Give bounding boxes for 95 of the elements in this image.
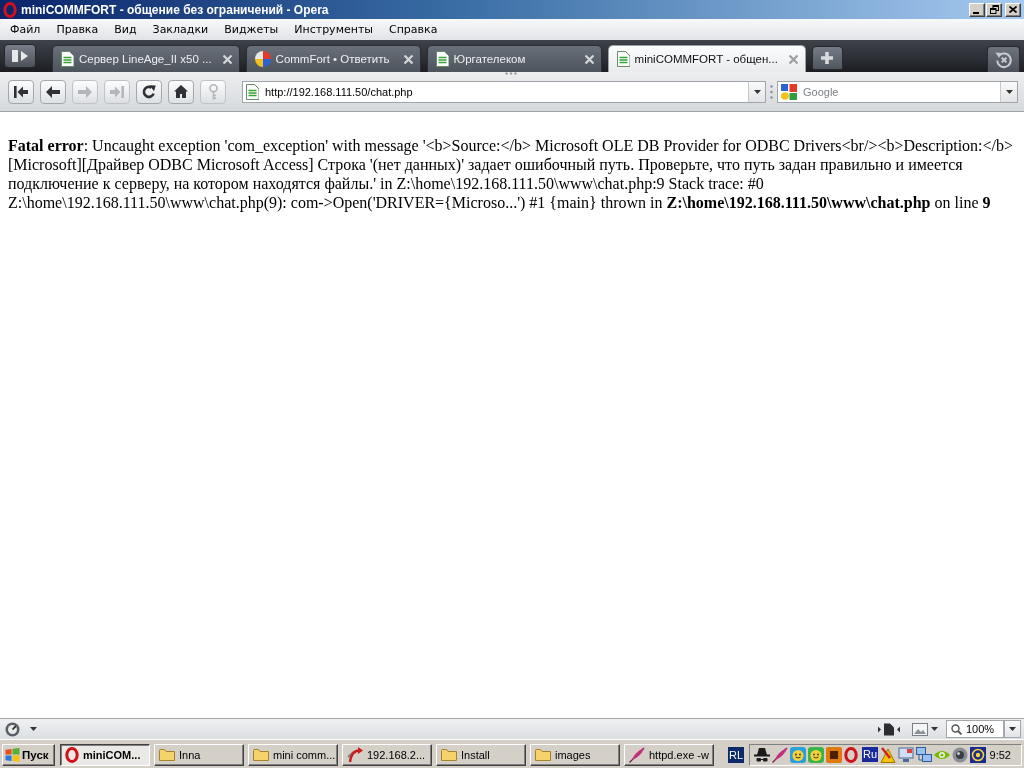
taskbar-button[interactable]: miniCOM... [60, 743, 150, 766]
close-button[interactable] [1005, 2, 1021, 17]
menu-item[interactable]: Закладки [144, 21, 217, 38]
page-arrows-icon[interactable] [878, 722, 900, 736]
caret-icon [753, 89, 761, 94]
clock: 9:52 [989, 748, 1012, 761]
smiley-icon[interactable] [790, 746, 807, 763]
rewind-icon [14, 85, 28, 98]
reload-button[interactable] [136, 79, 162, 104]
folder-icon [535, 748, 551, 761]
warning-icon[interactable] [880, 746, 897, 763]
speaker-icon[interactable] [952, 746, 969, 763]
menu-item[interactable]: Справка [381, 21, 446, 38]
reload-icon [142, 84, 156, 99]
plus-icon [821, 52, 834, 64]
tab[interactable]: Юргателеком [426, 45, 602, 72]
rewind-button[interactable] [8, 79, 34, 104]
folder-icon [159, 748, 175, 761]
close-icon[interactable] [584, 54, 594, 64]
close-icon[interactable] [403, 54, 413, 64]
arrow-icon [347, 746, 363, 763]
dropdown-button[interactable] [748, 81, 765, 102]
closed-tabs-button[interactable] [987, 46, 1020, 72]
network-icon[interactable] [916, 746, 933, 763]
caret-icon [1005, 89, 1013, 94]
start-button[interactable]: Пуск [2, 743, 55, 766]
close-icon [1009, 6, 1017, 13]
pinwheel-icon [254, 51, 271, 67]
back-arrow-icon [46, 85, 60, 98]
page-icon [61, 51, 74, 67]
monitor-icon[interactable] [898, 746, 915, 763]
fast-forward-icon [110, 85, 124, 98]
signal-icon[interactable] [970, 746, 987, 763]
search-bar[interactable]: Google [777, 80, 1018, 103]
menu-item[interactable]: Файл [2, 21, 49, 38]
page-icon [246, 83, 259, 100]
circular-arrow-icon [994, 50, 1013, 69]
dropdown-button[interactable] [1004, 720, 1021, 738]
taskbar-button[interactable]: 192.168.2... [342, 743, 432, 766]
folder-icon [253, 748, 269, 761]
ring-icon[interactable] [844, 746, 861, 763]
panel-icon [12, 50, 28, 62]
smiley-icon[interactable] [808, 746, 825, 763]
flag-icon [5, 747, 20, 762]
forward-arrow-icon [78, 85, 92, 98]
zoom-field[interactable]: 100% [946, 720, 1004, 738]
dropdown-button[interactable] [1000, 81, 1017, 102]
page-icon [616, 51, 630, 67]
address-field[interactable]: http://192.168.111.50/chat.php [265, 83, 742, 100]
taskbar-button[interactable]: Inna [154, 743, 244, 766]
restore-icon [989, 5, 999, 14]
error-message: Fatal error: Uncaught exception 'com_exception' with message '<b>Source:</b> Microsoft OLE DB Provider for ODBC Drivers<br/><b>Description:</b> [Microsoft][Драйвер ODBC Microsoft Access] Строка '(нет данных)' задает ошибочный путь. Проверьте, что путь задан правильно и имеется подключение к серверу, на котором находятся файлы.' in Z:\home\192.168.111.50\www\chat.php:9 Stack trace: #0 Z:\home\192.168.111.50\www\chat.php(9): com->Open('DRIVER={Microso...') #1 {main} thrown in Z:\home\192.168.111.50\www\chat.php on line 9 [8, 136, 1015, 212]
taskbar-button[interactable]: Install [436, 743, 526, 766]
ring-icon [65, 746, 79, 763]
image-options-button[interactable] [910, 722, 940, 736]
taskbar-button[interactable]: mini comm... [248, 743, 338, 766]
restore-button[interactable] [986, 2, 1002, 17]
language-indicator[interactable]: RL [728, 746, 745, 763]
address-bar[interactable]: http://192.168.111.50/chat.php [242, 80, 766, 103]
minimize-button[interactable] [969, 2, 985, 17]
folder-icon [441, 748, 457, 761]
feather-icon [629, 746, 645, 763]
hat-icon[interactable] [754, 746, 771, 763]
new-tab-button[interactable] [811, 46, 843, 70]
taskbar-button[interactable]: httpd.exe -w [624, 743, 714, 766]
grip-icon[interactable] [505, 72, 517, 75]
minimize-icon [973, 11, 979, 14]
blocks-icon [781, 83, 797, 100]
menu-item[interactable]: Инструменты [286, 21, 381, 38]
tab[interactable]: miniCOMMFORT - общен... [607, 45, 806, 72]
caret-icon [931, 727, 938, 731]
grip-icon[interactable] [770, 84, 773, 99]
menu-item[interactable]: Правка [48, 21, 107, 38]
menu-item[interactable]: Виджеты [216, 21, 287, 38]
back-button[interactable] [40, 79, 66, 104]
taskbar-button[interactable]: images [530, 743, 620, 766]
caret-icon [1009, 727, 1016, 731]
close-icon[interactable] [222, 54, 232, 64]
app-icon [3, 1, 17, 18]
tab[interactable]: CommFort • Ответить [245, 45, 421, 72]
window-title: miniCOMMFORT - общение без ограничений - Opera [21, 2, 329, 17]
caret-icon [30, 727, 37, 731]
key-icon [208, 83, 218, 100]
house-icon [174, 85, 188, 98]
search-icon [951, 723, 962, 735]
home-button[interactable] [168, 79, 194, 104]
layout-indicator[interactable]: Ru [862, 747, 879, 762]
search-field[interactable]: Google [803, 83, 994, 100]
tab[interactable]: Сервер LineAge_II x50 ... [52, 45, 240, 72]
gauge-icon[interactable] [5, 721, 20, 737]
page-icon [435, 51, 449, 67]
panel-toggle-button[interactable] [4, 44, 36, 68]
square-icon[interactable] [826, 746, 843, 763]
image-icon [912, 722, 928, 736]
menu-item[interactable]: Вид [106, 21, 145, 38]
